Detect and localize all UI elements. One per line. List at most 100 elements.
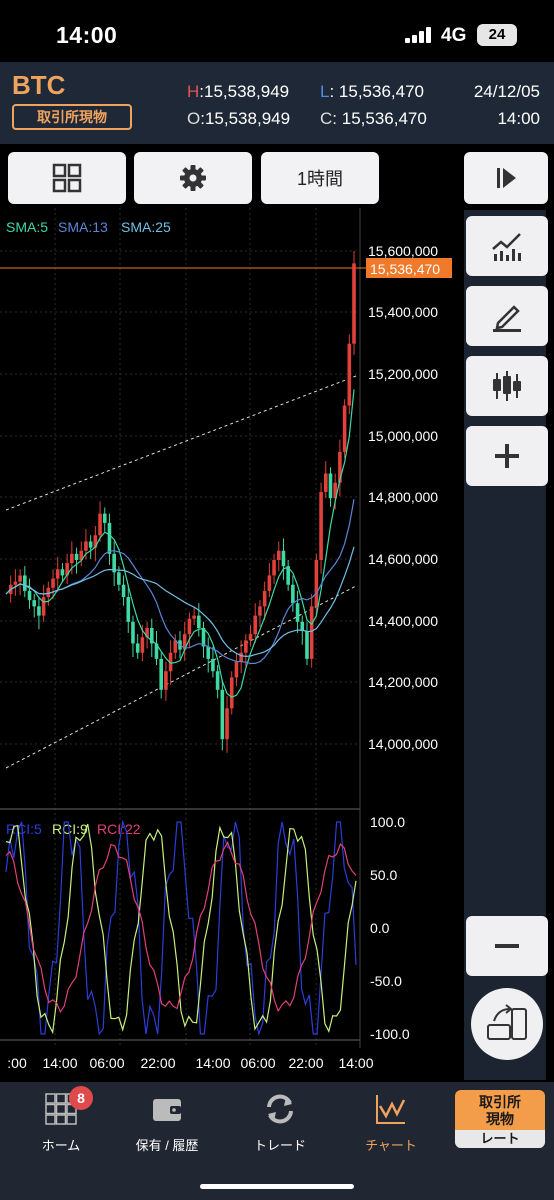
candle-body <box>248 634 253 641</box>
quote-date: 24/12/05 <box>473 82 540 101</box>
nav-holdings-label: 保有 / 履歴 <box>135 1138 199 1153</box>
refresh-arrows-icon <box>267 1094 293 1124</box>
candle-body <box>276 550 281 560</box>
open-quote: O:15,538,949 <box>187 109 291 128</box>
candle-body <box>220 689 225 740</box>
network-type: 4G <box>441 25 467 46</box>
price-tick-2: 15,200,000 <box>368 366 438 382</box>
status-bar: 14:00 4G 24 <box>0 0 554 62</box>
time-tick-4: 14:00 <box>195 1055 230 1071</box>
candle-body <box>267 575 272 591</box>
battery-icon: 24 <box>477 24 517 46</box>
trendline-upper <box>5 375 357 511</box>
candle-body <box>229 677 234 709</box>
candle-body <box>140 637 145 653</box>
price-tick-8: 14,000,000 <box>368 736 438 752</box>
time-tick-0: :00 <box>7 1055 27 1071</box>
candle-body <box>13 581 18 585</box>
time-tick-6: 22:00 <box>288 1055 323 1071</box>
candles <box>8 251 356 753</box>
layout-button[interactable] <box>8 152 126 204</box>
candle-body <box>121 584 126 598</box>
candle-body <box>281 550 286 567</box>
candle-body <box>159 658 163 690</box>
symbol-name: BTC <box>12 70 66 100</box>
play-button[interactable] <box>464 152 548 204</box>
pencil-icon <box>493 305 521 332</box>
chart-indicator-icon <box>492 233 521 261</box>
price-tick-3: 15,000,000 <box>368 428 438 444</box>
candle-body <box>164 671 168 690</box>
signal-icon <box>405 27 431 43</box>
plus-icon <box>495 444 519 468</box>
price-chart[interactable]: SMA:5 SMA:13 SMA:25 15,600,000 15,400,000 15,… <box>0 208 460 1080</box>
candle-body <box>347 343 352 406</box>
status-time: 14:00 <box>56 22 118 48</box>
nav-trade-label: トレード <box>253 1138 306 1153</box>
price-tick-6: 14,400,000 <box>368 613 438 629</box>
candle-body <box>60 569 65 576</box>
candle-body <box>244 640 248 653</box>
rci-legend-3: RCI:22 <box>97 821 141 837</box>
interval-button[interactable]: 1時間 <box>261 152 379 204</box>
candle-body <box>211 658 215 672</box>
candle-body <box>107 522 112 554</box>
home-indicator <box>200 1184 354 1189</box>
nav-home-label: ホーム <box>41 1138 81 1153</box>
candle-body <box>102 513 107 523</box>
candle-body <box>126 597 131 622</box>
candle-body <box>295 603 300 622</box>
notification-badge: 8 <box>69 1086 93 1110</box>
candle-body <box>323 473 328 493</box>
candle-body <box>32 600 37 607</box>
candle-body <box>37 606 41 616</box>
candle-type-button[interactable] <box>466 356 548 416</box>
rate-button[interactable]: 取引所 現物 レート <box>455 1090 545 1148</box>
price-tick-0: 15,600,000 <box>368 243 438 259</box>
play-icon <box>497 168 516 188</box>
candle-body <box>352 263 356 344</box>
rate-button-label: 取引所 現物 <box>479 1094 521 1127</box>
candle-body <box>187 618 192 635</box>
candle-body <box>88 541 93 548</box>
candle-body <box>291 584 295 604</box>
candle-body <box>215 671 220 690</box>
zoom-in-button[interactable] <box>466 426 548 486</box>
nav-chart[interactable]: チャート <box>336 1092 446 1154</box>
rci-tick-3: -50.0 <box>370 973 402 989</box>
current-price-label: 15,536,470 <box>370 261 440 277</box>
candle-body <box>328 473 333 499</box>
quote-header: BTC 取引所現物 H:15,538,949 L: 15,536,470 O:1… <box>0 62 554 144</box>
candle-body <box>272 560 276 576</box>
candle-body <box>51 578 55 588</box>
rotate-screen-button[interactable] <box>471 988 543 1060</box>
sma-legend-1: SMA:5 <box>6 219 48 235</box>
settings-button[interactable] <box>134 152 252 204</box>
draw-button[interactable] <box>466 286 548 346</box>
minus-icon <box>495 944 519 948</box>
candle-body <box>70 553 74 564</box>
rci-tick-2: 0.0 <box>370 920 390 936</box>
price-tick-1: 15,400,000 <box>368 304 438 320</box>
zoom-out-button[interactable] <box>466 916 548 976</box>
market-badge[interactable]: 取引所現物 <box>12 104 132 130</box>
candle-body <box>192 615 196 619</box>
candle-body <box>258 606 262 616</box>
candle-body <box>314 560 319 607</box>
time-tick-1: 14:00 <box>42 1055 77 1071</box>
candle-body <box>342 405 347 452</box>
rotate-icon <box>487 1004 527 1040</box>
nav-home[interactable]: 8 ホーム <box>6 1086 116 1154</box>
nav-holdings[interactable]: 保有 / 履歴 <box>112 1092 222 1154</box>
chart-icon <box>376 1095 406 1124</box>
indicator-button[interactable] <box>466 216 548 276</box>
candle-body <box>135 643 140 653</box>
nav-chart-label: チャート <box>365 1138 417 1153</box>
nav-trade[interactable]: トレード <box>225 1092 335 1154</box>
gear-icon <box>180 165 206 191</box>
quote-time: 14:00 <box>497 109 540 128</box>
rci-tick-4: -100.0 <box>370 1026 410 1042</box>
candle-body <box>18 575 22 582</box>
rci-5-line <box>5 819 357 1037</box>
sma-legend-2: SMA:13 <box>58 219 108 235</box>
